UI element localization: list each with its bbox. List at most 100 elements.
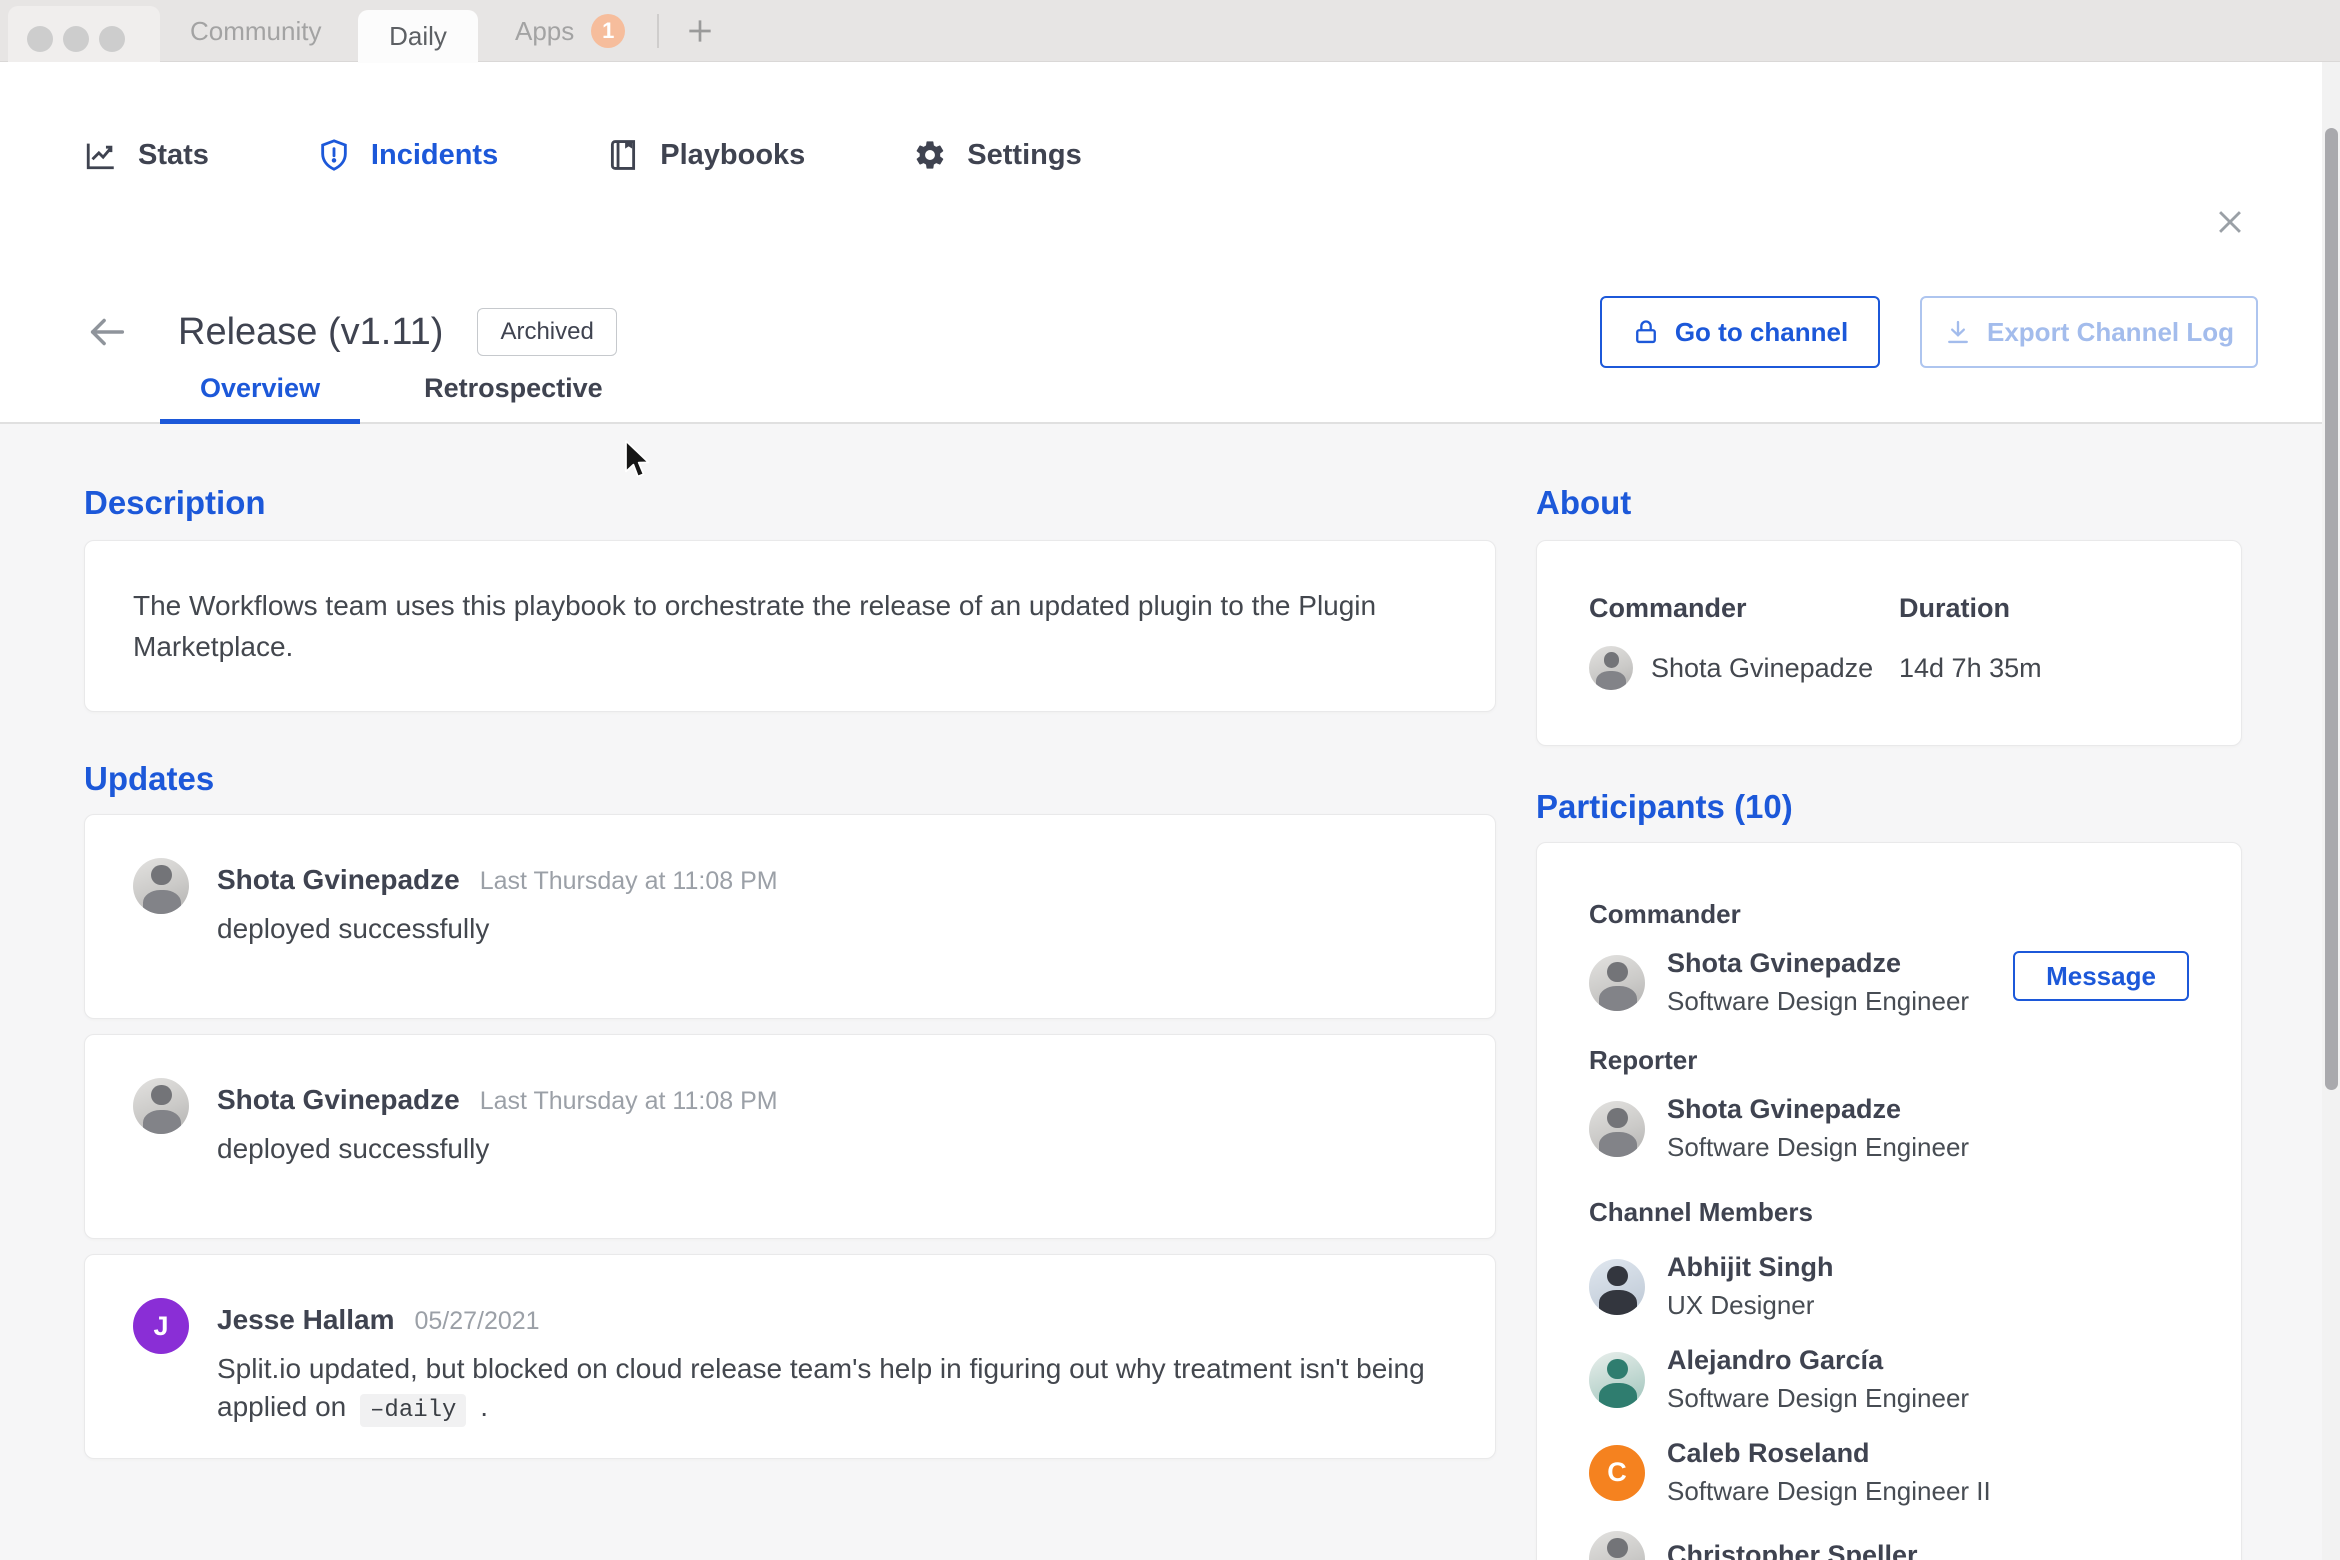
update-message: deployed successfully bbox=[217, 1133, 490, 1164]
participant-role: Software Design Engineer bbox=[1667, 986, 1970, 1016]
tab-label: Retrospective bbox=[424, 373, 603, 403]
participant-row[interactable]: C Caleb Roseland Software Design Enginee… bbox=[1589, 1438, 2189, 1507]
tab-label: Community bbox=[190, 15, 322, 46]
participant-role: Software Design Engineer II bbox=[1667, 1476, 1991, 1506]
description-card: The Workflows team uses this playbook to… bbox=[84, 540, 1496, 712]
update-message: Split.io updated, but blocked on cloud r… bbox=[217, 1350, 1447, 1430]
nav-item-stats[interactable]: Stats bbox=[84, 138, 209, 172]
button-label: Export Channel Log bbox=[1987, 316, 2234, 347]
participant-row[interactable]: Abhijit Singh UX Designer bbox=[1589, 1252, 2189, 1321]
lock-icon bbox=[1635, 320, 1656, 344]
detail-tabs: Overview Retrospective bbox=[160, 358, 643, 424]
window-zoom-icon[interactable] bbox=[99, 26, 125, 52]
archived-status-badge: Archived bbox=[477, 308, 617, 356]
participant-name: Caleb Roseland bbox=[1667, 1438, 1870, 1468]
commander-label: Commander bbox=[1589, 593, 1747, 623]
participant-role: Software Design Engineer bbox=[1667, 1132, 1970, 1162]
description-heading: Description bbox=[84, 484, 266, 521]
duration-value: 14d 7h 35m bbox=[1899, 652, 2042, 683]
avatar: C bbox=[1589, 1444, 1645, 1501]
mouse-cursor bbox=[624, 440, 652, 482]
close-button[interactable] bbox=[2210, 202, 2250, 242]
nav-label: Playbooks bbox=[660, 138, 806, 171]
participant-role: Software Design Engineer bbox=[1667, 1383, 1970, 1413]
tab-label: Apps bbox=[515, 15, 575, 46]
participant-row[interactable]: Christopher Speller bbox=[1589, 1531, 2189, 1560]
avatar bbox=[133, 1078, 189, 1134]
nav-item-playbooks[interactable]: Playbooks bbox=[606, 138, 805, 172]
message-button[interactable]: Message bbox=[2013, 951, 2189, 1001]
update-author[interactable]: Jesse Hallam bbox=[217, 1304, 394, 1336]
message-text: . bbox=[480, 1391, 488, 1422]
page-title: Release (v1.11) bbox=[178, 310, 444, 353]
go-to-channel-button[interactable]: Go to channel bbox=[1600, 296, 1880, 368]
nav-label: Stats bbox=[138, 138, 209, 171]
participant-name: Alejandro García bbox=[1667, 1345, 1884, 1375]
update-author[interactable]: Shota Gvinepadze bbox=[217, 864, 460, 896]
participant-row[interactable]: Shota Gvinepadze Software Design Enginee… bbox=[1589, 1094, 2189, 1163]
about-card: Commander Duration Shota Gvinepadze 14d … bbox=[1536, 540, 2242, 746]
commander-section-label: Commander bbox=[1589, 899, 1741, 929]
commander-name: Shota Gvinepadze bbox=[1651, 652, 1874, 683]
participant-row[interactable]: Shota Gvinepadze Software Design Enginee… bbox=[1589, 948, 2189, 1017]
unread-count-badge: 1 bbox=[591, 14, 626, 48]
avatar bbox=[1589, 646, 1633, 690]
avatar bbox=[1589, 954, 1645, 1011]
avatar bbox=[1589, 1351, 1645, 1408]
overview-content: Description The Workflows team uses this… bbox=[0, 424, 2340, 1560]
download-icon bbox=[1948, 320, 1968, 344]
tab-label: Daily bbox=[389, 21, 447, 51]
nav-item-incidents[interactable]: Incidents bbox=[317, 138, 498, 172]
browser-tab-daily[interactable]: Daily bbox=[358, 10, 478, 63]
button-label: Go to channel bbox=[1674, 316, 1849, 347]
reporter-section-label: Reporter bbox=[1589, 1045, 1698, 1075]
scrollbar-thumb[interactable] bbox=[2325, 128, 2338, 1090]
app-window: Community Daily Apps 1 Stats Incidents P… bbox=[0, 0, 2340, 1560]
main-column: Description The Workflows team uses this… bbox=[84, 424, 1496, 1459]
browser-tab-bar: Community Daily Apps 1 bbox=[0, 0, 2340, 63]
nav-label: Settings bbox=[967, 138, 1082, 171]
browser-tab-community[interactable]: Community bbox=[190, 0, 321, 62]
nav-label: Incidents bbox=[370, 138, 499, 171]
side-column: About Commander Duration Shota Gvinepadz… bbox=[1536, 424, 2242, 1560]
shield-alert-icon bbox=[321, 139, 347, 171]
updates-heading: Updates bbox=[84, 760, 215, 797]
update-post: J Jesse Hallam 05/27/2021 Split.io updat… bbox=[84, 1254, 1496, 1459]
participant-name: Abhijit Singh bbox=[1667, 1252, 1834, 1282]
avatar bbox=[1589, 1100, 1645, 1157]
avatar bbox=[133, 858, 189, 914]
avatar bbox=[1589, 1258, 1645, 1315]
nav-item-settings[interactable]: Settings bbox=[913, 138, 1082, 172]
incident-header-panel: Stats Incidents Playbooks Settings Relea… bbox=[0, 62, 2340, 424]
participant-name: Shota Gvinepadze bbox=[1667, 1094, 1902, 1124]
scrollbar-track[interactable] bbox=[2322, 62, 2340, 1560]
window-close-icon[interactable] bbox=[27, 26, 53, 52]
arrow-left-icon bbox=[90, 318, 125, 346]
duration-label: Duration bbox=[1899, 593, 2010, 623]
close-icon bbox=[2219, 211, 2241, 233]
participant-role: UX Designer bbox=[1667, 1290, 1815, 1320]
update-message: deployed successfully bbox=[217, 913, 490, 944]
update-timestamp[interactable]: Last Thursday at 11:08 PM bbox=[480, 867, 778, 896]
tab-retrospective[interactable]: Retrospective bbox=[384, 358, 643, 424]
participant-row[interactable]: Alejandro García Software Design Enginee… bbox=[1589, 1345, 2189, 1414]
tab-label: Overview bbox=[200, 373, 321, 403]
export-channel-log-button[interactable]: Export Channel Log bbox=[1920, 296, 2258, 368]
channel-members-section-label: Channel Members bbox=[1589, 1197, 1813, 1227]
back-button[interactable] bbox=[84, 309, 130, 355]
new-tab-button[interactable] bbox=[682, 13, 718, 49]
participant-name: Christopher Speller bbox=[1667, 1540, 1918, 1560]
update-author[interactable]: Shota Gvinepadze bbox=[217, 1084, 460, 1116]
tab-overview[interactable]: Overview bbox=[160, 358, 361, 424]
description-text: The Workflows team uses this playbook to… bbox=[133, 590, 1377, 662]
update-timestamp[interactable]: Last Thursday at 11:08 PM bbox=[480, 1087, 778, 1116]
participants-heading: Participants (10) bbox=[1536, 788, 1793, 825]
window-minimize-icon[interactable] bbox=[63, 26, 89, 52]
update-post: Shota Gvinepadze Last Thursday at 11:08 … bbox=[84, 1034, 1496, 1239]
commander-value[interactable]: Shota Gvinepadze bbox=[1589, 646, 1899, 690]
plugin-nav: Stats Incidents Playbooks Settings bbox=[84, 138, 1082, 172]
avatar bbox=[1589, 1531, 1645, 1560]
participant-name: Shota Gvinepadze bbox=[1667, 948, 1902, 978]
browser-tab-apps[interactable]: Apps 1 bbox=[515, 0, 626, 62]
update-timestamp[interactable]: 05/27/2021 bbox=[414, 1307, 539, 1336]
